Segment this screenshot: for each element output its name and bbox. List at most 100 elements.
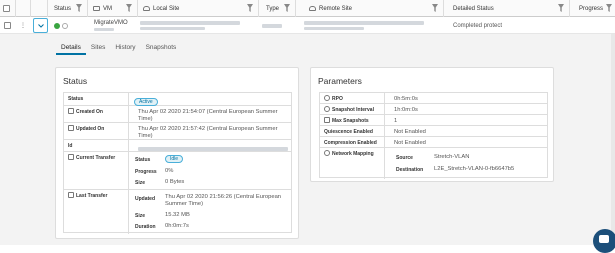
tab-history[interactable]: History xyxy=(110,42,140,55)
row-select-cell xyxy=(4,17,11,34)
type-cell xyxy=(262,17,282,34)
refresh-icon xyxy=(324,95,330,101)
id-row: Id xyxy=(64,140,291,152)
column-label-status: Status xyxy=(54,5,72,12)
created-key: Created On xyxy=(76,109,103,115)
remote-site-cell xyxy=(304,17,424,34)
updated-key-cell: Updated On xyxy=(64,123,129,139)
clock-icon xyxy=(324,106,330,112)
net-mapping-key: Network Mapping xyxy=(332,151,374,157)
tab-details[interactable]: Details xyxy=(56,42,86,55)
rpo-key-cell: RPO xyxy=(320,93,385,103)
net-mapping-key-cell: Network Mapping xyxy=(320,148,385,179)
filter-icon[interactable] xyxy=(76,4,82,12)
column-header-local-site[interactable]: Local Site xyxy=(138,0,259,17)
calendar-icon xyxy=(68,108,74,114)
rpo-row: RPO 0h:5m:0s xyxy=(320,93,547,104)
lt-updated-value: Thu Apr 02 2020 21:56:26 (Central Europe… xyxy=(165,194,282,207)
lt-duration-key: Duration xyxy=(135,224,156,230)
nm-destination-value: L2E_Stretch-VLAN-0-fb6647b5 xyxy=(434,166,515,172)
network-mapping-row: Network Mapping Source Stretch-VLAN Dest… xyxy=(320,148,547,179)
tab-snapshots[interactable]: Snapshots xyxy=(141,42,182,55)
column-header-progress[interactable]: Progress xyxy=(570,0,615,17)
row-actions-icon[interactable]: ⋮ xyxy=(20,17,26,34)
scrollbar[interactable] xyxy=(611,34,615,245)
redacted-text xyxy=(262,23,282,28)
chat-bubble-icon[interactable] xyxy=(593,229,615,253)
column-header-remote-site[interactable]: Remote Site xyxy=(296,0,444,17)
ct-progress-key: Progress xyxy=(135,169,157,175)
status-table: Status Active Created On Thu Apr 02 2020… xyxy=(63,92,292,234)
filter-icon[interactable] xyxy=(558,4,564,12)
cloud-icon xyxy=(309,6,316,11)
expand-col-header xyxy=(16,0,31,17)
ct-progress-value: 0% xyxy=(165,168,174,174)
created-row: Created On Thu Apr 02 2020 21:54:07 (Cen… xyxy=(64,106,291,123)
max-snapshots-row: Max Snapshots 1 xyxy=(320,115,547,126)
select-all-checkbox[interactable] xyxy=(3,5,10,12)
current-transfer-row: Current Transfer Status Idle Progress 0%… xyxy=(64,152,291,190)
compression-key: Compression Enabled xyxy=(320,137,385,147)
compression-row: Compression Enabled Not Enabled xyxy=(320,137,547,148)
status-key: Status xyxy=(64,93,129,105)
quiescence-key: Quiescence Enabled xyxy=(320,126,385,136)
rpo-key: RPO xyxy=(332,96,343,102)
snap-interval-key: Snapshot Interval xyxy=(332,107,374,113)
row-checkbox[interactable] xyxy=(4,22,11,29)
redacted-text xyxy=(140,27,205,30)
created-key-cell: Created On xyxy=(64,106,129,122)
lt-duration-value: 0h:0m:7s xyxy=(165,223,189,229)
column-label-vm: VM xyxy=(103,5,112,12)
max-snap-key-cell: Max Snapshots xyxy=(320,115,385,125)
tab-sites[interactable]: Sites xyxy=(86,42,110,55)
last-transfer-row: Last Transfer Updated Thu Apr 02 2020 21… xyxy=(64,190,291,234)
cloud-icon xyxy=(143,6,150,11)
last-transfer-key-cell: Last Transfer xyxy=(64,190,129,234)
lt-updated-key: Updated xyxy=(135,196,155,202)
updated-key: Updated On xyxy=(76,126,105,132)
detail-tabs: Details Sites History Snapshots xyxy=(56,42,181,56)
snapshot-icon xyxy=(324,117,330,123)
chevron-down-icon xyxy=(37,23,44,28)
filter-icon[interactable] xyxy=(247,4,253,12)
snap-interval-key-cell: Snapshot Interval xyxy=(320,104,385,114)
vm-name[interactable]: MigrateVMO xyxy=(94,20,128,26)
column-header-vm[interactable]: VM xyxy=(88,0,138,17)
column-label-type: Type xyxy=(266,5,280,12)
snapshot-interval-row: Snapshot Interval 1h:0m:0s xyxy=(320,104,547,115)
max-snap-key: Max Snapshots xyxy=(332,118,369,124)
column-header-status[interactable]: Status xyxy=(48,0,88,17)
updated-row: Updated On Thu Apr 02 2020 21:57:42 (Cen… xyxy=(64,123,291,140)
filter-icon[interactable] xyxy=(126,4,132,12)
lt-size-value: 15.32 MB xyxy=(165,212,190,218)
column-header-type[interactable]: Type xyxy=(259,0,296,17)
current-transfer-key: Current Transfer xyxy=(76,155,116,161)
redacted-text xyxy=(94,28,114,31)
filter-icon[interactable] xyxy=(432,4,438,12)
table-row[interactable]: ⋮ MigrateVMO Completed protect xyxy=(0,17,615,34)
filter-icon[interactable] xyxy=(284,4,290,12)
redacted-text xyxy=(138,147,288,151)
quiescence-row: Quiescence Enabled Not Enabled xyxy=(320,126,547,137)
redacted-text xyxy=(140,21,240,25)
status-badge: Active xyxy=(134,98,158,106)
calendar-icon xyxy=(68,125,74,131)
redacted-text xyxy=(304,21,424,25)
grid-header: Status VM Local Site Type Remote Site De… xyxy=(0,0,615,17)
ct-size-value: 0 Bytes xyxy=(165,179,185,185)
ct-size-key: Size xyxy=(135,180,146,186)
status-secondary-icon xyxy=(62,22,68,29)
redacted-text xyxy=(304,27,364,30)
filter-icon[interactable] xyxy=(606,4,612,12)
parameters-table: RPO 0h:5m:0s Snapshot Interval 1h:0m:0s … xyxy=(319,92,548,179)
status-cell xyxy=(54,17,68,34)
status-ok-icon xyxy=(54,22,60,29)
network-icon xyxy=(324,150,330,156)
expand-row-button[interactable] xyxy=(33,18,48,33)
status-card-title: Status xyxy=(63,76,88,86)
detailed-status-cell: Completed protect xyxy=(453,22,503,29)
column-header-detailed-status[interactable]: Detailed Status xyxy=(444,0,570,17)
lt-size-key: Size xyxy=(135,213,146,219)
select-all-cell xyxy=(0,0,16,17)
local-site-cell xyxy=(140,17,240,34)
